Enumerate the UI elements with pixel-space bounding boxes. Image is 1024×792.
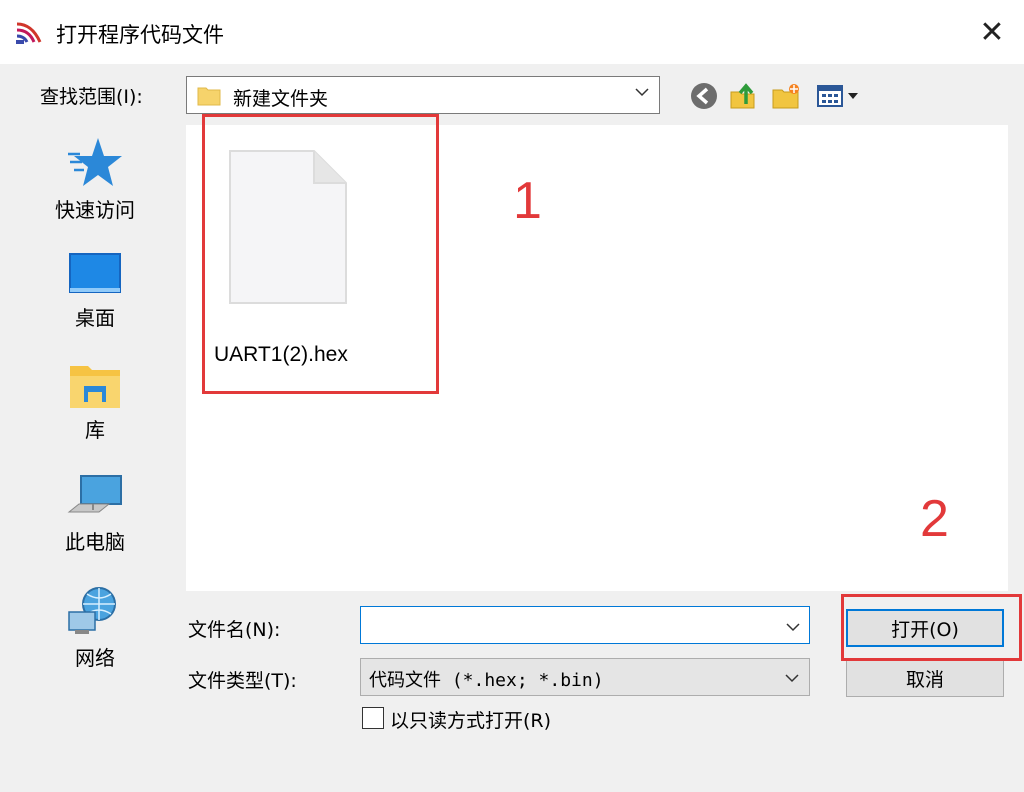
filetype-label: 文件类型(T): [188, 670, 297, 692]
computer-icon [67, 475, 122, 513]
filename-label: 文件名(N): [188, 619, 281, 641]
filename-input[interactable] [360, 606, 810, 644]
filetype-value: 代码文件 (*.hex; *.bin) [369, 670, 604, 691]
readonly-label[interactable]: 以只读方式打开(R) [390, 706, 551, 733]
look-in-label: 查找范围(I): [40, 86, 143, 108]
star-icon [68, 138, 122, 186]
place-label: 桌面 [75, 306, 115, 330]
highlight-box-2 [841, 594, 1022, 661]
readonly-checkbox[interactable] [362, 707, 384, 729]
highlight-box-1 [202, 114, 439, 394]
back-icon[interactable] [688, 80, 720, 112]
place-library[interactable]: 库 [36, 360, 154, 443]
chevron-down-icon [635, 88, 649, 97]
look-in-value: 新建文件夹 [233, 88, 329, 110]
place-label: 快速访问 [55, 198, 135, 222]
close-button[interactable]: ✕ [960, 0, 1024, 64]
place-network[interactable]: 网络 [36, 584, 154, 671]
close-icon: ✕ [979, 14, 1005, 50]
cancel-button-label: 取消 [905, 668, 944, 691]
app-logo-icon [16, 22, 42, 44]
up-folder-icon[interactable] [728, 80, 760, 112]
place-desktop[interactable]: 桌面 [36, 250, 154, 331]
view-menu-icon[interactable] [814, 80, 864, 112]
chevron-down-icon [785, 674, 799, 683]
network-icon [68, 587, 116, 634]
place-label: 网络 [75, 646, 115, 670]
place-quick-access[interactable]: 快速访问 [36, 134, 154, 223]
place-label: 库 [85, 418, 105, 442]
folder-icon [197, 87, 221, 106]
title-bar: 打开程序代码文件 ✕ [0, 0, 1024, 64]
annotation-step-2: 2 [920, 490, 949, 548]
annotation-step-1: 1 [513, 172, 542, 230]
desktop-icon [69, 253, 121, 293]
library-icon [70, 366, 120, 408]
place-this-pc[interactable]: 此电脑 [36, 472, 154, 555]
places-bar: 快速访问 桌面 库 此电脑 网络 [36, 126, 154, 776]
place-label: 此电脑 [65, 530, 125, 554]
look-in-dropdown[interactable]: 新建文件夹 [186, 76, 660, 114]
file-list[interactable]: UART1(2).hex 1 2 [186, 114, 1008, 591]
filetype-dropdown[interactable]: 代码文件 (*.hex; *.bin) [360, 658, 810, 696]
cancel-button[interactable]: 取消 [846, 659, 1004, 697]
new-folder-icon[interactable] [770, 80, 802, 112]
window-title: 打开程序代码文件 [56, 23, 224, 47]
